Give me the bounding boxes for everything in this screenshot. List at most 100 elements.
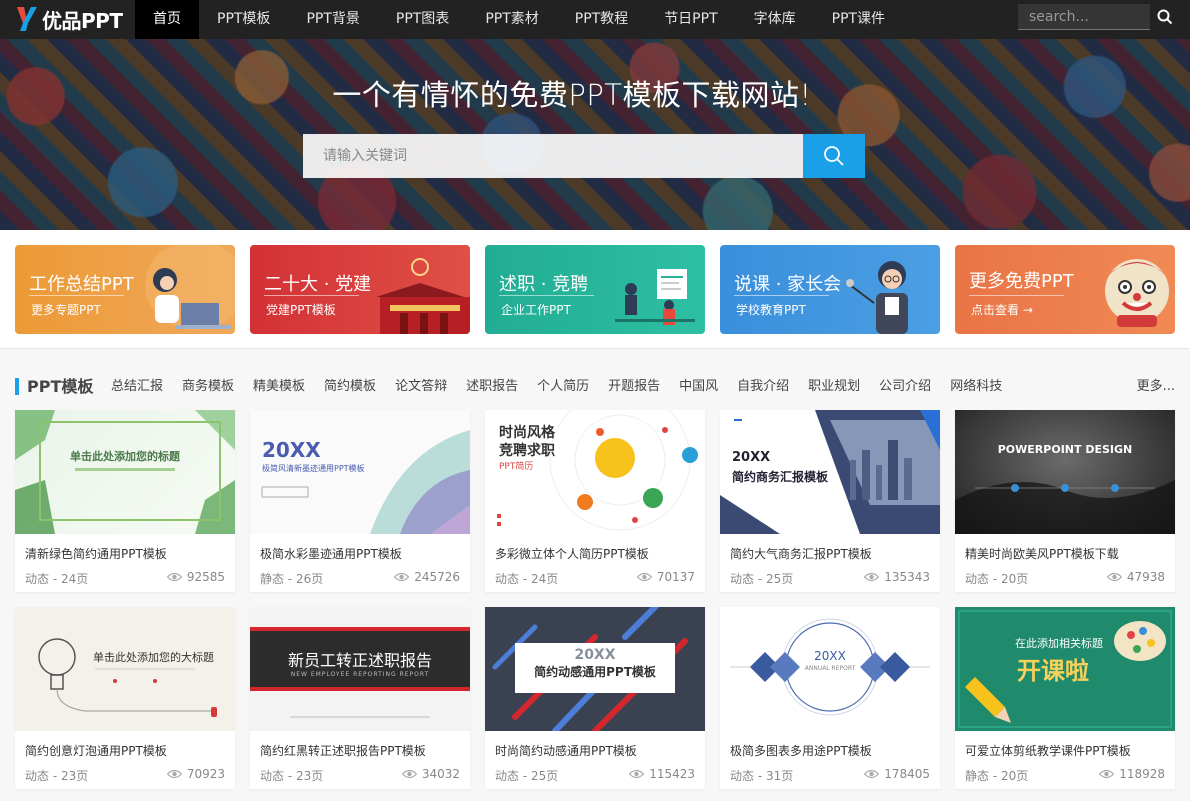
view-count-value: 118928 xyxy=(1119,767,1165,781)
tag-career-plan[interactable]: 职业规划 xyxy=(808,374,860,400)
template-card[interactable]: 20XX ANNUAL REPORT 极简多图表多用途PPT模板 动态 - 31… xyxy=(720,607,940,789)
nav-search-input[interactable] xyxy=(1018,4,1150,29)
promo-title: 工作总结PPT xyxy=(29,274,134,295)
eye-icon xyxy=(636,572,652,582)
tag-proposal-report[interactable]: 开题报告 xyxy=(608,374,660,400)
promo-subtitle: 点击查看 → xyxy=(971,303,1033,317)
template-title[interactable]: 清新绿色简约通用PPT模板 xyxy=(25,545,167,562)
nav-item-fonts[interactable]: 字体库 xyxy=(736,0,814,39)
view-count: 115423 xyxy=(629,767,695,781)
tag-thesis-defense[interactable]: 论文答辩 xyxy=(395,374,447,400)
section-title[interactable]: PPT模板 xyxy=(27,374,93,400)
template-title[interactable]: 多彩微立体个人简历PPT模板 xyxy=(495,545,649,562)
nav-item-ppt-courseware[interactable]: PPT课件 xyxy=(814,0,903,39)
promo-job-report[interactable]: 述职 · 竞聘 企业工作PPT xyxy=(485,245,705,334)
template-thumbnail: 新员工转正述职报告 NEW EMPLOYEE REPORTING REPORT xyxy=(250,607,470,731)
template-card[interactable]: POWERPOINT DESIGN 精美时尚欧美风PPT模板下载 动态 - 20… xyxy=(955,410,1175,592)
eye-icon xyxy=(1106,572,1122,582)
nav-item-ppt-backgrounds[interactable]: PPT背景 xyxy=(288,0,377,39)
tag-summary-report[interactable]: 总结汇报 xyxy=(111,374,163,400)
nav-item-ppt-charts[interactable]: PPT图表 xyxy=(378,0,467,39)
nav-item-ppt-assets[interactable]: PPT素材 xyxy=(467,0,556,39)
search-icon[interactable] xyxy=(1157,9,1173,25)
nav-item-holiday-ppt[interactable]: 节日PPT xyxy=(646,0,735,39)
view-count-value: 92585 xyxy=(186,570,225,584)
template-title[interactable]: 简约创意灯泡通用PPT模板 xyxy=(25,742,167,759)
eye-icon xyxy=(1099,769,1115,779)
promo-subtitle: 学校教育PPT xyxy=(736,303,806,317)
template-title[interactable]: 精美时尚欧美风PPT模板下载 xyxy=(965,545,1119,562)
template-title[interactable]: 极简水彩墨迹通用PPT模板 xyxy=(260,545,402,562)
promo-title: 二十大 · 党建 xyxy=(264,274,372,295)
template-card[interactable]: 时尚风格 竞聘求职 PPT简历 多彩微立体个人简历PPT模板 动态 - 24页 … xyxy=(485,410,705,592)
template-title[interactable]: 极简多图表多用途PPT模板 xyxy=(730,742,872,759)
promo-more-free[interactable]: 更多免费PPT 点击查看 → xyxy=(955,245,1175,334)
template-thumbnail: 时尚风格 竞聘求职 PPT简历 xyxy=(485,410,705,534)
tag-chinese-style[interactable]: 中国风 xyxy=(679,374,718,400)
banner-search-button[interactable] xyxy=(803,134,865,178)
promo-title: 述职 · 竞聘 xyxy=(499,274,589,295)
main-menu: 首页 PPT模板 PPT背景 PPT图表 PPT素材 PPT教程 节日PPT 字… xyxy=(135,0,903,39)
template-thumbnail: 20XX 简约动感通用PPT模板 xyxy=(485,607,705,731)
nav-item-ppt-templates[interactable]: PPT模板 xyxy=(199,0,288,39)
logo-icon xyxy=(14,5,38,33)
tag-premium[interactable]: 精美模板 xyxy=(253,374,305,400)
nav-item-ppt-tutorials[interactable]: PPT教程 xyxy=(557,0,646,39)
more-link[interactable]: 更多... xyxy=(1137,374,1175,400)
view-count-value: 115423 xyxy=(649,767,695,781)
eye-icon xyxy=(166,769,182,779)
thumbnail-subtext: ANNUAL REPORT xyxy=(804,665,856,672)
tag-company-intro[interactable]: 公司介绍 xyxy=(879,374,931,400)
nav-search-box xyxy=(1018,4,1150,30)
template-card[interactable]: 20XX 简约商务汇报模板 简约大气商务汇报PPT模板 动态 - 25页 135… xyxy=(720,410,940,592)
template-title[interactable]: 时尚简约动感通用PPT模板 xyxy=(495,742,637,759)
tag-business[interactable]: 商务模板 xyxy=(182,374,234,400)
tag-resume[interactable]: 个人简历 xyxy=(537,374,589,400)
view-count: 118928 xyxy=(1099,767,1165,781)
view-count: 92585 xyxy=(166,570,225,584)
view-count: 245726 xyxy=(394,570,460,584)
tag-tech[interactable]: 网络科技 xyxy=(950,374,1002,400)
top-nav: 优品PPT 首页 PPT模板 PPT背景 PPT图表 PPT素材 PPT教程 节… xyxy=(0,0,1190,39)
tag-self-intro[interactable]: 自我介绍 xyxy=(737,374,789,400)
template-card[interactable]: 单击此处添加您的大标题 简约创意灯泡通用PPT模板 动态 - 23页 70923 xyxy=(15,607,235,789)
site-logo[interactable]: 优品PPT xyxy=(14,4,123,34)
thumbnail-subtext: NEW EMPLOYEE REPORTING REPORT xyxy=(290,671,430,678)
promo-work-summary[interactable]: 工作总结PPT 更多专题PPT xyxy=(15,245,235,334)
tag-simple[interactable]: 简约模板 xyxy=(324,374,376,400)
promo-party-building[interactable]: 二十大 · 党建 党建PPT模板 xyxy=(250,245,470,334)
view-count-value: 245726 xyxy=(414,570,460,584)
template-card[interactable]: 单击此处添加您的标题 清新绿色简约通用PPT模板 动态 - 24页 92585 xyxy=(15,410,235,592)
promo-divider xyxy=(734,295,829,296)
template-card[interactable]: 在此添加相关标题 开课啦 可爱立体剪纸教学课件PPT模板 静态 - 20页 11… xyxy=(955,607,1175,789)
section-tag-list: 总结汇报 商务模板 精美模板 简约模板 论文答辩 述职报告 个人简历 开题报告 … xyxy=(111,374,1021,400)
view-count: 70137 xyxy=(636,570,695,584)
nav-item-home[interactable]: 首页 xyxy=(135,0,199,39)
template-card[interactable]: 新员工转正述职报告 NEW EMPLOYEE REPORTING REPORT … xyxy=(250,607,470,789)
eye-icon xyxy=(864,769,880,779)
thumbnail-text: 20XX xyxy=(814,649,846,663)
template-thumbnail: 在此添加相关标题 开课啦 xyxy=(955,607,1175,731)
illustration-teacher xyxy=(830,245,940,334)
template-meta: 动态 - 25页 xyxy=(730,572,794,586)
template-thumbnail: 20XX ANNUAL REPORT xyxy=(720,607,940,731)
template-title[interactable]: 简约大气商务汇报PPT模板 xyxy=(730,545,872,562)
magnifier-icon xyxy=(824,146,844,166)
view-count: 135343 xyxy=(864,570,930,584)
template-title[interactable]: 可爱立体剪纸教学课件PPT模板 xyxy=(965,742,1131,759)
tag-job-report[interactable]: 述职报告 xyxy=(466,374,518,400)
thumbnail-subtext: 简约动感通用PPT模板 xyxy=(534,665,656,679)
thumbnail-subtext: 开课啦 xyxy=(1017,657,1089,685)
template-card[interactable]: 20XX 极简风清新墨迹通用PPT模板 极简水彩墨迹通用PPT模板 静态 - 2… xyxy=(250,410,470,592)
promo-teaching[interactable]: 说课 · 家长会 学校教育PPT xyxy=(720,245,940,334)
view-count-value: 34032 xyxy=(421,767,460,781)
promo-title: 说课 · 家长会 xyxy=(734,274,842,295)
section-header: PPT模板 总结汇报 商务模板 精美模板 简约模板 论文答辩 述职报告 个人简历… xyxy=(15,374,1175,400)
banner-search-input[interactable] xyxy=(303,134,803,178)
thumbnail-text: POWERPOINT DESIGN xyxy=(997,443,1133,456)
promo-subtitle: 企业工作PPT xyxy=(501,303,571,317)
view-count-value: 70137 xyxy=(656,570,695,584)
template-title[interactable]: 简约红黑转正述职报告PPT模板 xyxy=(260,742,426,759)
template-card[interactable]: 20XX 简约动感通用PPT模板 时尚简约动感通用PPT模板 动态 - 25页 … xyxy=(485,607,705,789)
view-count: 34032 xyxy=(401,767,460,781)
